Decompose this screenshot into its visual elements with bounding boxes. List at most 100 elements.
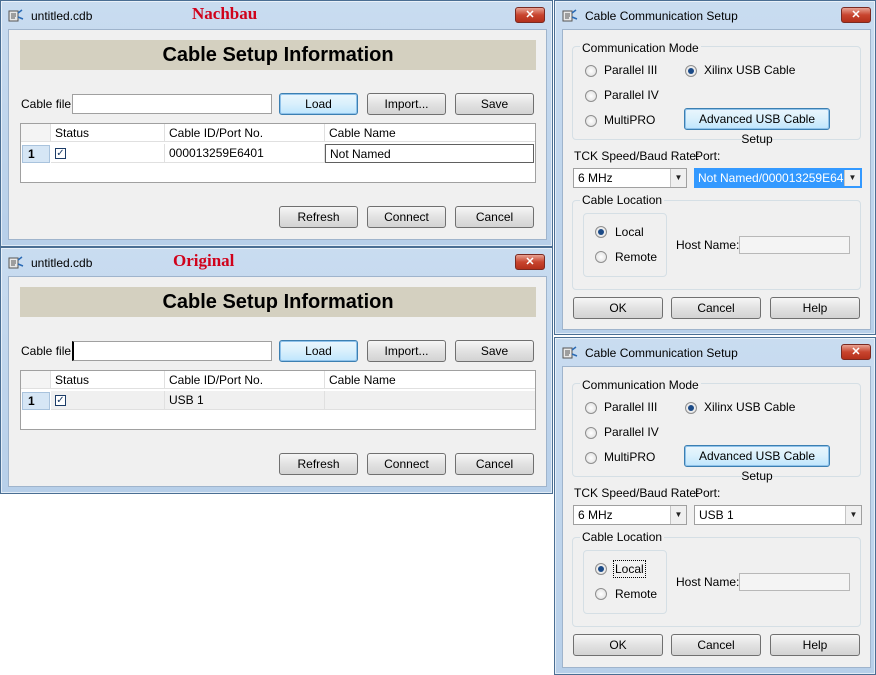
parallel-iv-option[interactable]: Parallel IV [604, 425, 659, 439]
load-button[interactable]: Load [279, 93, 358, 115]
help-button[interactable]: Help [770, 297, 860, 319]
host-name-input[interactable] [739, 236, 850, 254]
save-button[interactable]: Save [455, 93, 534, 115]
cancel-button[interactable]: Cancel [671, 297, 761, 319]
radio-icon[interactable] [685, 402, 697, 414]
import-button[interactable]: Import... [367, 340, 446, 362]
local-option[interactable]: Local [615, 225, 644, 239]
speed-select[interactable]: 6 MHz ▼ [573, 168, 687, 188]
connect-button[interactable]: Connect [367, 206, 446, 228]
close-icon: ✕ [525, 256, 535, 268]
advanced-usb-setup-button[interactable]: Advanced USB Cable Setup [684, 445, 830, 483]
parallel-iii-option[interactable]: Parallel III [604, 63, 657, 77]
radio-icon[interactable] [585, 115, 597, 127]
cable-table[interactable]: Status Cable ID/Port No. Cable Name 1 ✓ … [20, 123, 536, 183]
cable-file-label: Cable file [21, 344, 72, 358]
load-button[interactable]: Load [279, 340, 358, 362]
help-button[interactable]: Help [770, 634, 860, 656]
column-header-cable-name[interactable]: Cable Name [325, 124, 535, 142]
close-button[interactable]: ✕ [841, 344, 871, 360]
ok-button[interactable]: OK [573, 297, 663, 319]
row-number[interactable]: 1 [22, 392, 50, 410]
multipro-option[interactable]: MultiPRO [604, 113, 655, 127]
remote-option[interactable]: Remote [615, 587, 657, 601]
xilinx-usb-option[interactable]: Xilinx USB Cable [704, 63, 795, 77]
column-header-cable-name[interactable]: Cable Name [325, 371, 535, 389]
close-button[interactable]: ✕ [841, 7, 871, 23]
column-header-cable-id[interactable]: Cable ID/Port No. [165, 124, 325, 142]
radio-icon[interactable] [595, 251, 607, 263]
checkbox-checked-icon[interactable]: ✓ [55, 148, 66, 159]
ok-button[interactable]: OK [573, 634, 663, 656]
title-bar[interactable]: untitled.cdb Nachbau ✕ [1, 1, 552, 29]
import-button[interactable]: Import... [367, 93, 446, 115]
cable-id-cell[interactable]: USB 1 [165, 391, 325, 410]
communication-mode-label: Communication Mode [580, 378, 701, 392]
refresh-button[interactable]: Refresh [279, 206, 358, 228]
banner-title: Cable Setup Information [20, 287, 536, 317]
dropdown-arrow-icon[interactable]: ▼ [670, 506, 686, 524]
radio-icon[interactable] [585, 65, 597, 77]
port-value: Not Named/000013259E6401 [696, 170, 859, 186]
refresh-button[interactable]: Refresh [279, 453, 358, 475]
cable-file-input[interactable] [72, 341, 272, 361]
remote-option[interactable]: Remote [615, 250, 657, 264]
cable-table[interactable]: Status Cable ID/Port No. Cable Name 1 ✓ … [20, 370, 536, 430]
cable-app-icon [562, 9, 578, 22]
window-title: untitled.cdb [31, 9, 93, 23]
save-button[interactable]: Save [455, 340, 534, 362]
dropdown-arrow-icon[interactable]: ▼ [845, 506, 861, 524]
multipro-option[interactable]: MultiPRO [604, 450, 655, 464]
port-select[interactable]: Not Named/000013259E6401 ▼ [694, 168, 862, 188]
close-button[interactable]: ✕ [515, 254, 545, 270]
xilinx-usb-option[interactable]: Xilinx USB Cable [704, 400, 795, 414]
cable-file-input[interactable] [72, 94, 272, 114]
window-client: Cable Setup Information Cable file Load … [8, 29, 547, 240]
dropdown-arrow-icon[interactable]: ▼ [670, 169, 686, 187]
title-bar[interactable]: Cable Communication Setup ✕ [555, 1, 875, 29]
title-bar[interactable]: untitled.cdb Original ✕ [1, 248, 552, 276]
close-button[interactable]: ✕ [515, 7, 545, 23]
cable-setup-window-original: untitled.cdb Original ✕ Cable Setup Info… [0, 247, 553, 494]
radio-icon[interactable] [595, 588, 607, 600]
window-client: Communication Mode Parallel III Parallel… [562, 366, 871, 668]
cable-id-cell[interactable]: 000013259E6401 [165, 144, 325, 163]
radio-icon[interactable] [585, 90, 597, 102]
status-cell[interactable]: ✓ [51, 144, 165, 163]
speed-select[interactable]: 6 MHz ▼ [573, 505, 687, 525]
cable-name-cell[interactable]: Not Named [325, 144, 534, 163]
close-icon: ✕ [851, 346, 861, 358]
cancel-button[interactable]: Cancel [455, 206, 534, 228]
status-cell[interactable]: ✓ [51, 391, 165, 410]
window-title: Cable Communication Setup [585, 346, 738, 360]
radio-icon[interactable] [595, 226, 607, 238]
checkbox-checked-icon[interactable]: ✓ [55, 395, 66, 406]
port-label: Port: [695, 149, 721, 163]
row-header-column [21, 371, 51, 389]
local-option[interactable]: Local [613, 560, 646, 578]
cable-file-label: Cable file [21, 97, 72, 111]
column-header-cable-id[interactable]: Cable ID/Port No. [165, 371, 325, 389]
radio-icon[interactable] [585, 402, 597, 414]
cancel-button[interactable]: Cancel [455, 453, 534, 475]
radio-icon[interactable] [595, 563, 607, 575]
window-title: untitled.cdb [31, 256, 93, 270]
cable-name-cell[interactable] [325, 391, 535, 410]
column-header-status[interactable]: Status [51, 124, 165, 142]
radio-icon[interactable] [685, 65, 697, 77]
connect-button[interactable]: Connect [367, 453, 446, 475]
column-header-status[interactable]: Status [51, 371, 165, 389]
cancel-button[interactable]: Cancel [671, 634, 761, 656]
title-bar[interactable]: Cable Communication Setup ✕ [555, 338, 875, 366]
row-number[interactable]: 1 [22, 145, 50, 163]
radio-icon[interactable] [585, 427, 597, 439]
dropdown-arrow-icon[interactable]: ▼ [844, 170, 860, 186]
window-title: Cable Communication Setup [585, 9, 738, 23]
radio-icon[interactable] [585, 452, 597, 464]
port-select[interactable]: USB 1 ▼ [694, 505, 862, 525]
window-client: Cable Setup Information Cable file Load … [8, 276, 547, 487]
host-name-input[interactable] [739, 573, 850, 591]
advanced-usb-setup-button[interactable]: Advanced USB Cable Setup [684, 108, 830, 146]
parallel-iv-option[interactable]: Parallel IV [604, 88, 659, 102]
parallel-iii-option[interactable]: Parallel III [604, 400, 657, 414]
